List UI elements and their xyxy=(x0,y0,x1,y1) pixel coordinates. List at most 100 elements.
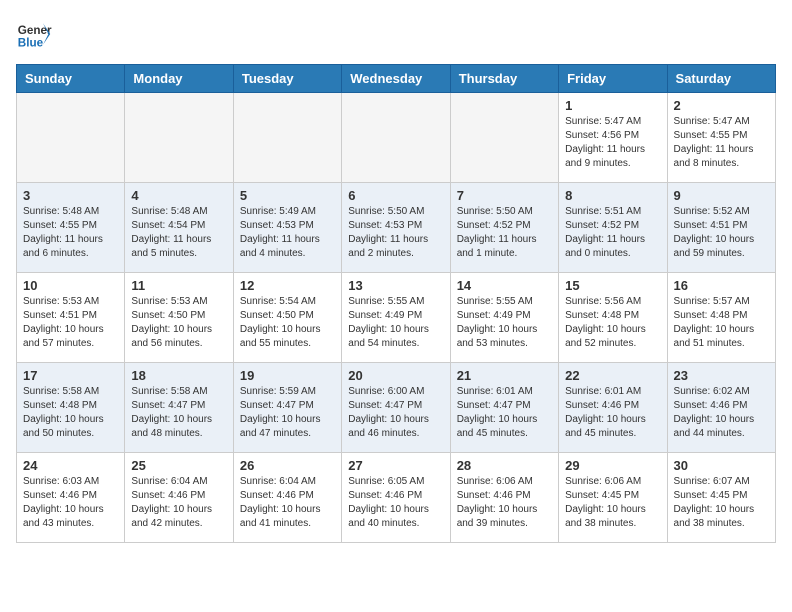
day-number: 28 xyxy=(457,458,552,473)
day-info: Sunrise: 5:51 AMSunset: 4:52 PMDaylight:… xyxy=(565,205,660,261)
calendar-cell: 7Sunrise: 5:50 AMSunset: 4:52 PMDaylight… xyxy=(450,183,558,273)
day-number: 16 xyxy=(674,278,769,293)
calendar-cell: 16 Sunrise: 5:57 AMSunset: 4:48 PMDayligh… xyxy=(667,273,775,363)
calendar-week-5: 24 Sunrise: 6:03 AMSunset: 4:46 PMDayligh… xyxy=(17,453,776,543)
day-number: 30 xyxy=(674,458,769,473)
day-info: Sunrise: 5:59 AMSunset: 4:47 PMDaylight:… xyxy=(240,385,335,441)
day-number: 18 xyxy=(131,368,226,383)
calendar-cell xyxy=(450,93,558,183)
day-number: 10 xyxy=(23,278,118,293)
weekday-header-friday: Friday xyxy=(559,65,667,93)
calendar-cell: 11 Sunrise: 5:53 AMSunset: 4:50 PMDayligh… xyxy=(125,273,233,363)
weekday-header-row: SundayMondayTuesdayWednesdayThursdayFrid… xyxy=(17,65,776,93)
day-number: 2 xyxy=(674,98,769,113)
calendar-cell: 4 Sunrise: 5:48 AMSunset: 4:54 PMDaylight… xyxy=(125,183,233,273)
weekday-header-sunday: Sunday xyxy=(17,65,125,93)
day-info: Sunrise: 5:56 AMSunset: 4:48 PMDaylight:… xyxy=(565,295,660,351)
day-number: 11 xyxy=(131,278,226,293)
day-number: 12 xyxy=(240,278,335,293)
day-info: Sunrise: 6:05 AMSunset: 4:46 PMDaylight:… xyxy=(348,475,443,531)
calendar-week-1: 1 Sunrise: 5:47 AMSunset: 4:56 PMDaylight… xyxy=(17,93,776,183)
day-number: 21 xyxy=(457,368,552,383)
weekday-header-wednesday: Wednesday xyxy=(342,65,450,93)
day-number: 19 xyxy=(240,368,335,383)
day-number: 25 xyxy=(131,458,226,473)
day-info: Sunrise: 5:48 AMSunset: 4:54 PMDaylight:… xyxy=(131,205,226,261)
day-info: Sunrise: 5:49 AMSunset: 4:53 PMDaylight:… xyxy=(240,205,335,261)
day-info: Sunrise: 5:47 AMSunset: 4:56 PMDaylight:… xyxy=(565,115,660,171)
day-number: 23 xyxy=(674,368,769,383)
day-info: Sunrise: 5:50 AMSunset: 4:52 PMDaylight:… xyxy=(457,205,552,261)
calendar-week-2: 3Sunrise: 5:48 AMSunset: 4:55 PMDaylight… xyxy=(17,183,776,273)
calendar-cell: 3Sunrise: 5:48 AMSunset: 4:55 PMDaylight… xyxy=(17,183,125,273)
calendar-cell xyxy=(342,93,450,183)
calendar-cell: 13 Sunrise: 5:55 AMSunset: 4:49 PMDayligh… xyxy=(342,273,450,363)
calendar-cell xyxy=(125,93,233,183)
weekday-header-monday: Monday xyxy=(125,65,233,93)
logo: General Blue xyxy=(16,16,52,52)
calendar-cell: 19 Sunrise: 5:59 AMSunset: 4:47 PMDayligh… xyxy=(233,363,341,453)
day-info: Sunrise: 5:48 AMSunset: 4:55 PMDaylight:… xyxy=(23,205,118,261)
day-info: Sunrise: 5:54 AMSunset: 4:50 PMDaylight:… xyxy=(240,295,335,351)
day-info: Sunrise: 5:58 AMSunset: 4:48 PMDaylight:… xyxy=(23,385,118,441)
day-number: 29 xyxy=(565,458,660,473)
day-info: Sunrise: 6:06 AMSunset: 4:45 PMDaylight:… xyxy=(565,475,660,531)
day-number: 5 xyxy=(240,188,335,203)
day-number: 13 xyxy=(348,278,443,293)
calendar-cell: 25 Sunrise: 6:04 AMSunset: 4:46 PMDayligh… xyxy=(125,453,233,543)
calendar-cell: 6Sunrise: 5:50 AMSunset: 4:53 PMDaylight… xyxy=(342,183,450,273)
day-info: Sunrise: 5:57 AMSunset: 4:48 PMDaylight:… xyxy=(674,295,769,351)
day-info: Sunrise: 6:04 AMSunset: 4:46 PMDaylight:… xyxy=(131,475,226,531)
svg-text:Blue: Blue xyxy=(18,37,44,50)
day-info: Sunrise: 6:01 AMSunset: 4:46 PMDaylight:… xyxy=(565,385,660,441)
calendar-cell: 2 Sunrise: 5:47 AMSunset: 4:55 PMDaylight… xyxy=(667,93,775,183)
day-number: 17 xyxy=(23,368,118,383)
calendar-table: SundayMondayTuesdayWednesdayThursdayFrid… xyxy=(16,64,776,543)
calendar-cell: 30 Sunrise: 6:07 AMSunset: 4:45 PMDayligh… xyxy=(667,453,775,543)
day-number: 24 xyxy=(23,458,118,473)
calendar-cell: 5 Sunrise: 5:49 AMSunset: 4:53 PMDaylight… xyxy=(233,183,341,273)
day-number: 1 xyxy=(565,98,660,113)
day-info: Sunrise: 5:53 AMSunset: 4:50 PMDaylight:… xyxy=(131,295,226,351)
weekday-header-tuesday: Tuesday xyxy=(233,65,341,93)
logo-icon: General Blue xyxy=(16,16,52,52)
page-header: General Blue xyxy=(16,16,776,52)
calendar-cell: 12 Sunrise: 5:54 AMSunset: 4:50 PMDayligh… xyxy=(233,273,341,363)
day-number: 8 xyxy=(565,188,660,203)
calendar-cell xyxy=(233,93,341,183)
calendar-cell xyxy=(17,93,125,183)
day-info: Sunrise: 6:03 AMSunset: 4:46 PMDaylight:… xyxy=(23,475,118,531)
calendar-cell: 26Sunrise: 6:04 AMSunset: 4:46 PMDayligh… xyxy=(233,453,341,543)
calendar-week-4: 17 Sunrise: 5:58 AMSunset: 4:48 PMDayligh… xyxy=(17,363,776,453)
calendar-cell: 21 Sunrise: 6:01 AMSunset: 4:47 PMDayligh… xyxy=(450,363,558,453)
calendar-cell: 17 Sunrise: 5:58 AMSunset: 4:48 PMDayligh… xyxy=(17,363,125,453)
day-info: Sunrise: 5:53 AMSunset: 4:51 PMDaylight:… xyxy=(23,295,118,351)
day-info: Sunrise: 6:02 AMSunset: 4:46 PMDaylight:… xyxy=(674,385,769,441)
day-number: 4 xyxy=(131,188,226,203)
calendar-cell: 28Sunrise: 6:06 AMSunset: 4:46 PMDayligh… xyxy=(450,453,558,543)
calendar-cell: 1 Sunrise: 5:47 AMSunset: 4:56 PMDaylight… xyxy=(559,93,667,183)
day-info: Sunrise: 5:52 AMSunset: 4:51 PMDaylight:… xyxy=(674,205,769,261)
day-number: 9 xyxy=(674,188,769,203)
day-info: Sunrise: 5:50 AMSunset: 4:53 PMDaylight:… xyxy=(348,205,443,261)
calendar-cell: 8 Sunrise: 5:51 AMSunset: 4:52 PMDaylight… xyxy=(559,183,667,273)
day-info: Sunrise: 6:01 AMSunset: 4:47 PMDaylight:… xyxy=(457,385,552,441)
day-info: Sunrise: 6:04 AMSunset: 4:46 PMDaylight:… xyxy=(240,475,335,531)
calendar-cell: 18 Sunrise: 5:58 AMSunset: 4:47 PMDayligh… xyxy=(125,363,233,453)
day-number: 22 xyxy=(565,368,660,383)
calendar-cell: 29 Sunrise: 6:06 AMSunset: 4:45 PMDayligh… xyxy=(559,453,667,543)
day-number: 27 xyxy=(348,458,443,473)
calendar-cell: 23 Sunrise: 6:02 AMSunset: 4:46 PMDayligh… xyxy=(667,363,775,453)
day-number: 20 xyxy=(348,368,443,383)
calendar-week-3: 10 Sunrise: 5:53 AMSunset: 4:51 PMDayligh… xyxy=(17,273,776,363)
day-info: Sunrise: 5:47 AMSunset: 4:55 PMDaylight:… xyxy=(674,115,769,171)
weekday-header-thursday: Thursday xyxy=(450,65,558,93)
day-info: Sunrise: 6:07 AMSunset: 4:45 PMDaylight:… xyxy=(674,475,769,531)
day-info: Sunrise: 5:58 AMSunset: 4:47 PMDaylight:… xyxy=(131,385,226,441)
calendar-cell: 14Sunrise: 5:55 AMSunset: 4:49 PMDayligh… xyxy=(450,273,558,363)
calendar-cell: 20Sunrise: 6:00 AMSunset: 4:47 PMDayligh… xyxy=(342,363,450,453)
day-number: 15 xyxy=(565,278,660,293)
weekday-header-saturday: Saturday xyxy=(667,65,775,93)
day-info: Sunrise: 5:55 AMSunset: 4:49 PMDaylight:… xyxy=(348,295,443,351)
calendar-cell: 27 Sunrise: 6:05 AMSunset: 4:46 PMDayligh… xyxy=(342,453,450,543)
